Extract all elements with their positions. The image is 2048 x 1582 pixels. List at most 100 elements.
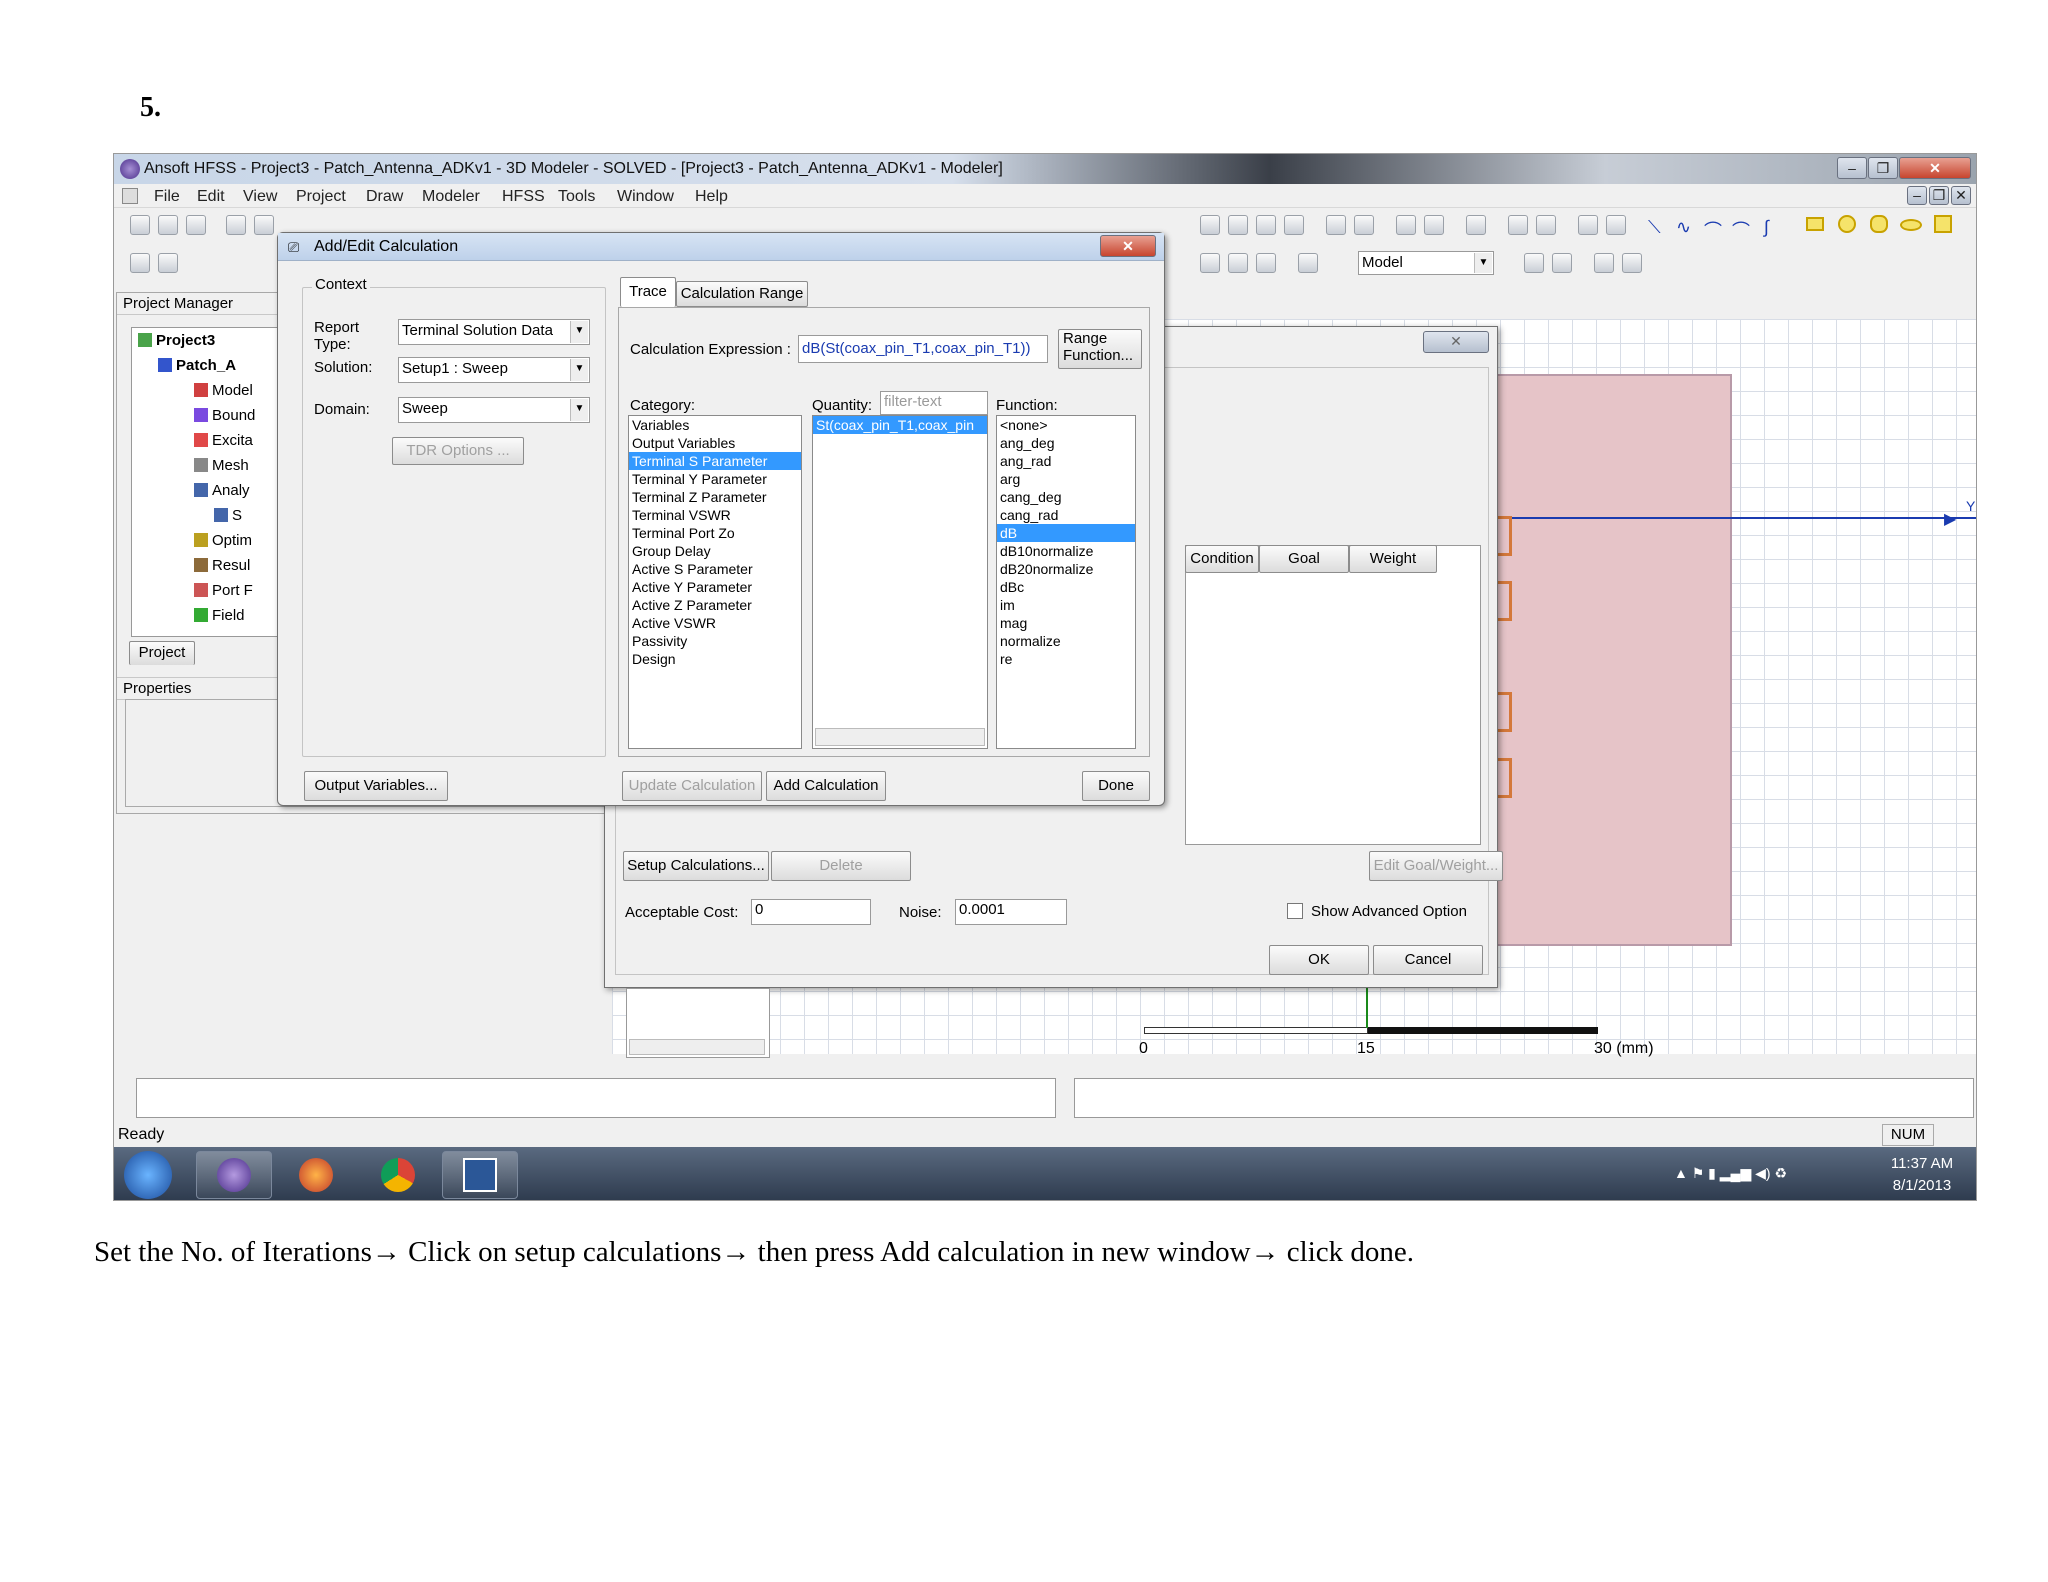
mdi-minimize-button[interactable]: –: [1907, 186, 1927, 205]
mdi-restore-button[interactable]: ❐: [1929, 186, 1949, 205]
draw-arc-icon[interactable]: ⌒: [1704, 217, 1722, 243]
taskbar-hfss[interactable]: [196, 1151, 272, 1199]
show-advanced-checkbox[interactable]: [1287, 903, 1303, 919]
mdi-close-button[interactable]: ✕: [1951, 186, 1971, 205]
tray-icons[interactable]: ▲ ⚑ ▮ ▂▄▆ ◀) ♻: [1674, 1165, 1787, 1182]
calc-expression-input[interactable]: dB(St(coax_pin_T1,coax_pin_T1)): [798, 335, 1048, 363]
tree-item-project3[interactable]: Project3: [138, 328, 290, 353]
new-icon[interactable]: [130, 215, 150, 235]
menu-modeler[interactable]: Modeler: [422, 188, 480, 206]
list-item[interactable]: Output Variables: [629, 434, 801, 452]
output-variables-button[interactable]: Output Variables...: [304, 771, 448, 801]
list-item[interactable]: St(coax_pin_T1,coax_pin: [813, 416, 987, 434]
draw-ellipse-icon[interactable]: [1900, 219, 1922, 231]
tab-trace[interactable]: Trace: [620, 277, 676, 307]
tree-item-model[interactable]: Model: [138, 378, 290, 403]
open-icon[interactable]: [158, 215, 178, 235]
done-button[interactable]: Done: [1082, 771, 1150, 801]
tree-item-port-field[interactable]: Port F: [138, 578, 290, 603]
list-item[interactable]: ang_deg: [997, 434, 1135, 452]
tree-item-optimetrics[interactable]: Optim: [138, 528, 290, 553]
tree-item-boundaries[interactable]: Bound: [138, 403, 290, 428]
calc-dialog-close-button[interactable]: ✕: [1100, 235, 1156, 257]
tree-item-analysis[interactable]: Analy: [138, 478, 290, 503]
taskbar-firefox[interactable]: [278, 1151, 354, 1199]
list-item[interactable]: normalize: [997, 632, 1135, 650]
tree-item-design[interactable]: Patch_A: [138, 353, 290, 378]
quantity-scrollbar[interactable]: [815, 728, 985, 746]
domain-select[interactable]: Sweep ▼: [398, 397, 590, 423]
noise-input[interactable]: 0.0001: [955, 899, 1067, 925]
fit-selection-icon[interactable]: [1424, 215, 1444, 235]
list-item[interactable]: dB20normalize: [997, 560, 1135, 578]
draw-equation-icon[interactable]: ∫: [1764, 217, 1769, 238]
draw-line-icon[interactable]: ⟍: [1648, 217, 1661, 238]
update-calculation-button[interactable]: Update Calculation: [622, 771, 762, 801]
quantity-list[interactable]: St(coax_pin_T1,coax_pin: [812, 415, 988, 749]
menu-hfss[interactable]: HFSS: [502, 188, 545, 206]
list-item[interactable]: Variables: [629, 416, 801, 434]
rotate-icon[interactable]: [1200, 215, 1220, 235]
coordinate-system-icon[interactable]: [1524, 253, 1544, 273]
list-item[interactable]: <none>: [997, 416, 1135, 434]
list-item[interactable]: Terminal VSWR: [629, 506, 801, 524]
close-button[interactable]: ✕: [1899, 157, 1971, 179]
transparency-icon[interactable]: [1606, 215, 1626, 235]
save-icon[interactable]: [186, 215, 206, 235]
tree-item-mesh[interactable]: Mesh: [138, 453, 290, 478]
setup-calculations-button[interactable]: Setup Calculations...: [623, 851, 769, 881]
menu-view[interactable]: View: [243, 188, 277, 206]
start-button-icon[interactable]: [124, 1151, 172, 1199]
draw-circle-icon[interactable]: [1838, 215, 1856, 233]
draw-region-icon[interactable]: [1934, 215, 1952, 233]
list-item[interactable]: re: [997, 650, 1135, 668]
list-item[interactable]: Passivity: [629, 632, 801, 650]
relative-cs-icon[interactable]: [1552, 253, 1572, 273]
menu-tools[interactable]: Tools: [558, 188, 595, 206]
list-item[interactable]: dB: [997, 524, 1135, 542]
draw-rectangle-icon[interactable]: [1806, 217, 1824, 231]
menu-window[interactable]: Window: [617, 188, 674, 206]
fit-all-icon[interactable]: [1396, 215, 1416, 235]
category-list[interactable]: Variables Output Variables Terminal S Para…: [628, 415, 802, 749]
restore-button[interactable]: ❐: [1868, 157, 1898, 179]
list-item[interactable]: Active Y Parameter: [629, 578, 801, 596]
context-help-icon[interactable]: [158, 253, 178, 273]
report-type-select[interactable]: Terminal Solution Data ▼: [398, 319, 590, 345]
list-item[interactable]: Active VSWR: [629, 614, 801, 632]
minimize-button[interactable]: –: [1837, 157, 1867, 179]
view-icon[interactable]: [1466, 215, 1486, 235]
help-icon[interactable]: [130, 253, 150, 273]
layer-icon[interactable]: [1298, 253, 1318, 273]
function-list[interactable]: <none> ang_deg ang_rad arg cang_deg cang_rad d…: [996, 415, 1136, 749]
render-icon[interactable]: [1578, 215, 1598, 235]
list-item[interactable]: arg: [997, 470, 1135, 488]
list-item[interactable]: Active S Parameter: [629, 560, 801, 578]
cut-icon[interactable]: [226, 215, 246, 235]
optimetrics-close-button[interactable]: ✕: [1423, 331, 1489, 353]
menu-project[interactable]: Project: [296, 188, 346, 206]
list-item[interactable]: mag: [997, 614, 1135, 632]
list-item[interactable]: Terminal Port Zo: [629, 524, 801, 542]
taskbar-word[interactable]: [442, 1151, 518, 1199]
goals-column-condition[interactable]: Condition: [1185, 545, 1259, 573]
list-item[interactable]: Terminal Y Parameter: [629, 470, 801, 488]
menu-help[interactable]: Help: [695, 188, 728, 206]
tree-item-setup[interactable]: S: [138, 503, 290, 528]
zoom-in-icon[interactable]: [1326, 215, 1346, 235]
delete-button[interactable]: Delete: [771, 851, 911, 881]
solution-select[interactable]: Setup1 : Sweep ▼: [398, 357, 590, 383]
patch-antenna-substrate[interactable]: [1492, 374, 1732, 946]
measure-icon[interactable]: [1256, 253, 1276, 273]
tree-item-excitations[interactable]: Excita: [138, 428, 290, 453]
list-item[interactable]: dB10normalize: [997, 542, 1135, 560]
list-item[interactable]: im: [997, 596, 1135, 614]
tree-item-results[interactable]: Resul: [138, 553, 290, 578]
tab-project[interactable]: Project: [129, 641, 195, 665]
draw-arc2-icon[interactable]: ⌒: [1732, 217, 1750, 243]
list-item[interactable]: cang_rad: [997, 506, 1135, 524]
list-item[interactable]: Terminal Z Parameter: [629, 488, 801, 506]
menu-draw[interactable]: Draw: [366, 188, 403, 206]
list-item[interactable]: Terminal S Parameter: [629, 452, 801, 470]
copy-icon[interactable]: [254, 215, 274, 235]
